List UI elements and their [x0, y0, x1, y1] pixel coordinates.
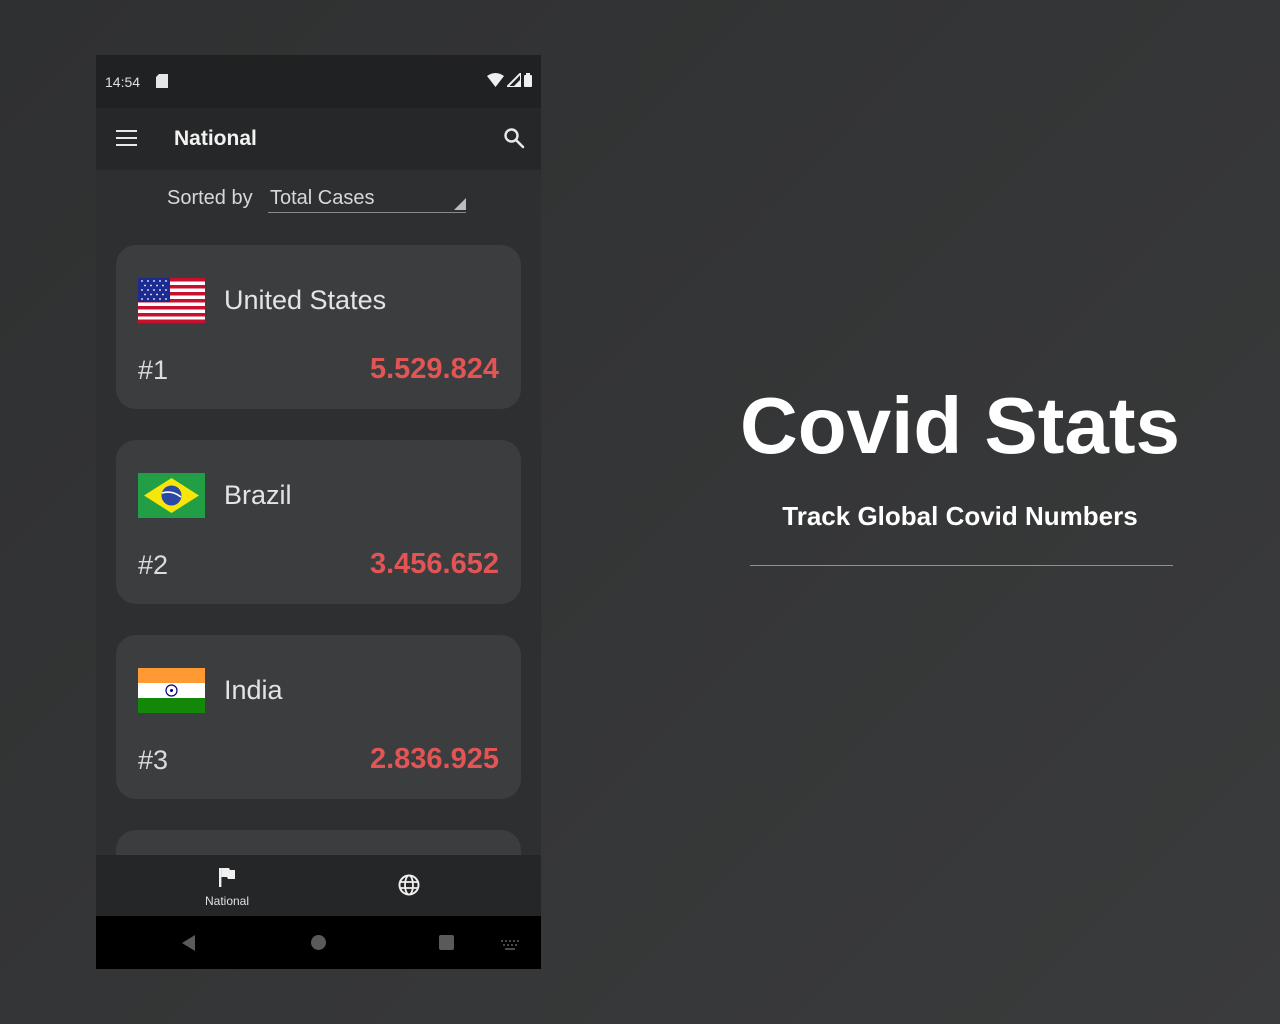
us-flag-icon [138, 278, 205, 323]
wifi-icon [487, 73, 504, 87]
country-card-united-states[interactable]: United States #1 5.529.824 [116, 245, 521, 409]
hero-title: Covid Stats [739, 381, 1181, 470]
country-name: United States [224, 285, 387, 315]
country-cases: 5.529.824 [369, 353, 499, 385]
flag-icon [219, 868, 235, 887]
menu-icon[interactable] [116, 130, 137, 148]
country-card-brazil[interactable]: Brazil #2 3.456.652 [116, 440, 521, 604]
search-icon[interactable] [503, 127, 525, 154]
signal-icon [507, 73, 521, 87]
sort-row: Sorted by Total Cases [96, 170, 541, 230]
sort-dropdown[interactable]: Total Cases [268, 184, 466, 213]
home-icon[interactable] [311, 935, 326, 950]
sd-card-icon [156, 74, 168, 93]
battery-icon [524, 73, 532, 87]
country-name: Brazil [224, 480, 292, 510]
recents-icon[interactable] [439, 935, 454, 950]
status-time: 14:54 [105, 74, 141, 90]
page-title: National [174, 127, 257, 150]
system-navigation-bar [96, 916, 541, 969]
back-icon[interactable] [182, 935, 195, 951]
nav-item-global[interactable] [398, 874, 420, 901]
country-rank: #2 [138, 550, 169, 580]
status-icons [487, 73, 532, 87]
brazil-flag-icon [138, 473, 205, 518]
sort-value: Total Cases [270, 187, 375, 209]
country-name: India [224, 675, 283, 705]
country-cases: 3.456.652 [369, 548, 499, 580]
dropdown-arrow-icon [454, 198, 466, 210]
divider [750, 565, 1173, 566]
country-card-india[interactable]: India #3 2.836.925 [116, 635, 521, 799]
bottom-navigation: National [96, 855, 541, 916]
globe-icon [398, 874, 420, 896]
keyboard-icon[interactable] [501, 937, 519, 955]
country-rank: #1 [138, 355, 169, 385]
country-cases: 2.836.925 [369, 743, 499, 775]
nav-item-national[interactable]: National [182, 867, 272, 908]
app-bar: National [96, 108, 541, 170]
india-flag-icon [138, 668, 205, 713]
phone-screen: 14:54 National Sorted by Total Cases Uni… [96, 55, 541, 969]
status-bar: 14:54 [96, 55, 541, 108]
country-rank: #3 [138, 745, 169, 775]
sort-label: Sorted by [167, 187, 253, 209]
nav-label-national: National [204, 894, 250, 908]
hero-subtitle: Track Global Covid Numbers [782, 501, 1138, 531]
